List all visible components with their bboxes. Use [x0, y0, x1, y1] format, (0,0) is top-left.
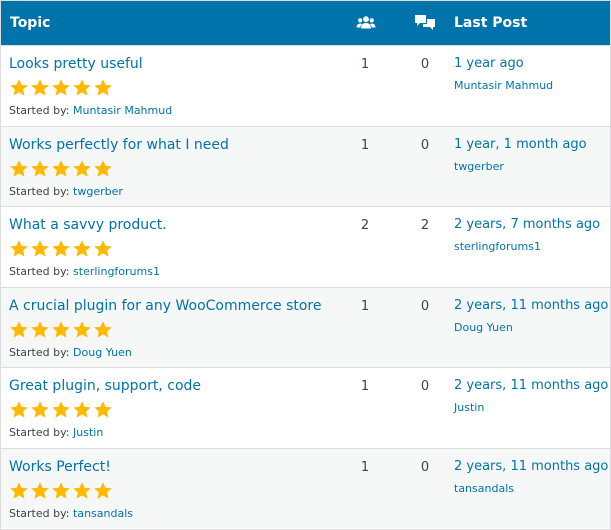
topic-title-link[interactable]: A crucial plugin for any WooCommerce sto…: [9, 298, 322, 314]
star-icon: [73, 482, 91, 499]
voice-count: 1: [360, 57, 370, 72]
last-post-time-link[interactable]: 1 year ago: [454, 56, 524, 71]
last-post-author-link[interactable]: twgerber: [454, 160, 504, 173]
author-link[interactable]: tansandals: [73, 507, 133, 520]
reply-count: 0: [420, 379, 430, 395]
author-link[interactable]: Muntasir Mahmud: [73, 104, 172, 117]
star-icon: [73, 159, 91, 177]
star-icon: [31, 79, 49, 96]
table-header: Topic Last Post: [1, 1, 610, 45]
author-link[interactable]: Doug Yuen: [73, 346, 132, 359]
topic-title-link[interactable]: Works perfectly for what I need: [9, 137, 229, 153]
rating-stars: [9, 400, 113, 420]
last-post-author-link[interactable]: Muntasir Mahmud: [454, 79, 553, 92]
table-row: What a savvy product. Started by: sterli…: [1, 206, 610, 286]
star-icon: [31, 159, 49, 177]
rating-stars: [9, 320, 113, 340]
star-icon: [73, 79, 91, 96]
voice-count: 1: [360, 379, 370, 395]
star-icon: [94, 482, 112, 499]
star-icon: [52, 401, 70, 418]
star-icon: [31, 401, 49, 418]
users-icon: [356, 16, 376, 29]
reply-count: 0: [420, 298, 430, 314]
reply-count: 0: [420, 57, 430, 72]
star-icon: [52, 320, 70, 338]
voice-count: 1: [360, 298, 370, 314]
star-icon: [94, 240, 112, 257]
star-icon: [10, 240, 28, 257]
table-row: Works perfectly for what I need Started …: [1, 125, 610, 206]
voice-count: 1: [360, 137, 370, 153]
table-row: A crucial plugin for any WooCommerce sto…: [1, 286, 610, 367]
star-icon: [94, 159, 112, 177]
started-by-label: Started by:: [9, 426, 70, 440]
reply-count: 2: [420, 218, 430, 234]
last-post-time-link[interactable]: 2 years, 7 months ago: [454, 217, 600, 232]
star-icon: [73, 401, 91, 418]
rating-stars: [9, 159, 113, 179]
table-row: Works Perfect! Started by: tansandals 1 …: [1, 448, 610, 528]
voice-count: 2: [360, 218, 370, 234]
star-icon: [52, 79, 70, 96]
reply-count: 0: [420, 137, 430, 153]
star-icon: [52, 240, 70, 257]
star-icon: [10, 79, 28, 96]
star-icon: [94, 320, 112, 338]
started-by-label: Started by:: [9, 104, 70, 117]
star-icon: [31, 320, 49, 338]
star-icon: [31, 240, 49, 257]
star-icon: [10, 401, 28, 418]
last-post-time-link[interactable]: 2 years, 11 months ago: [454, 298, 608, 313]
last-post-author-link[interactable]: Doug Yuen: [454, 321, 513, 334]
started-by: Started by: twgerber: [9, 185, 123, 198]
star-icon: [94, 401, 112, 418]
star-icon: [94, 79, 112, 96]
column-last-post-header: Last Post: [454, 15, 528, 31]
rating-stars: [9, 239, 113, 259]
started-by: Started by: tansandals: [9, 507, 133, 520]
last-post-time-link[interactable]: 2 years, 11 months ago: [454, 459, 608, 474]
last-post-author-link[interactable]: sterlingforums1: [454, 240, 541, 253]
started-by: Started by: Muntasir Mahmud: [9, 104, 172, 117]
started-by: Started by: sterlingforums1: [9, 265, 160, 278]
topic-title-link[interactable]: Works Perfect!: [9, 459, 111, 475]
last-post-time-link[interactable]: 2 years, 11 months ago: [454, 378, 608, 393]
star-icon: [10, 320, 28, 338]
started-by-label: Started by:: [9, 184, 70, 198]
started-by: Started by: Doug Yuen: [9, 346, 132, 359]
star-icon: [10, 482, 28, 499]
topic-title-link[interactable]: Looks pretty useful: [9, 56, 143, 72]
last-post-author-link[interactable]: Justin: [454, 401, 484, 414]
rating-stars: [9, 78, 113, 98]
last-post-author-link[interactable]: tansandals: [454, 482, 514, 495]
started-by-label: Started by:: [9, 345, 70, 359]
rating-stars: [9, 481, 113, 501]
started-by-label: Started by:: [9, 265, 70, 279]
topic-title-link[interactable]: Great plugin, support, code: [9, 378, 201, 394]
star-icon: [10, 159, 28, 177]
topic-title-link[interactable]: What a savvy product.: [9, 217, 167, 233]
speech-bubbles-icon: [415, 15, 435, 30]
table-row: Great plugin, support, code Started by: …: [1, 367, 610, 447]
replies-column-header: [414, 1, 436, 45]
started-by-label: Started by:: [9, 507, 70, 520]
star-icon: [31, 482, 49, 499]
voices-column-header: [356, 1, 376, 45]
star-icon: [52, 482, 70, 499]
topics-table: Topic Last Post Looks pretty useful Star…: [0, 0, 611, 530]
last-post-time-link[interactable]: 1 year, 1 month ago: [454, 137, 587, 152]
table-row: Looks pretty useful Started by: Muntasir…: [1, 45, 610, 125]
author-link[interactable]: Justin: [73, 426, 103, 439]
star-icon: [52, 159, 70, 177]
author-link[interactable]: twgerber: [73, 185, 123, 198]
star-icon: [73, 240, 91, 257]
column-topic-header: Topic: [10, 15, 51, 31]
started-by: Started by: Justin: [9, 426, 103, 439]
reply-count: 0: [420, 460, 430, 475]
author-link[interactable]: sterlingforums1: [73, 265, 160, 278]
star-icon: [73, 320, 91, 338]
voice-count: 1: [360, 460, 370, 475]
